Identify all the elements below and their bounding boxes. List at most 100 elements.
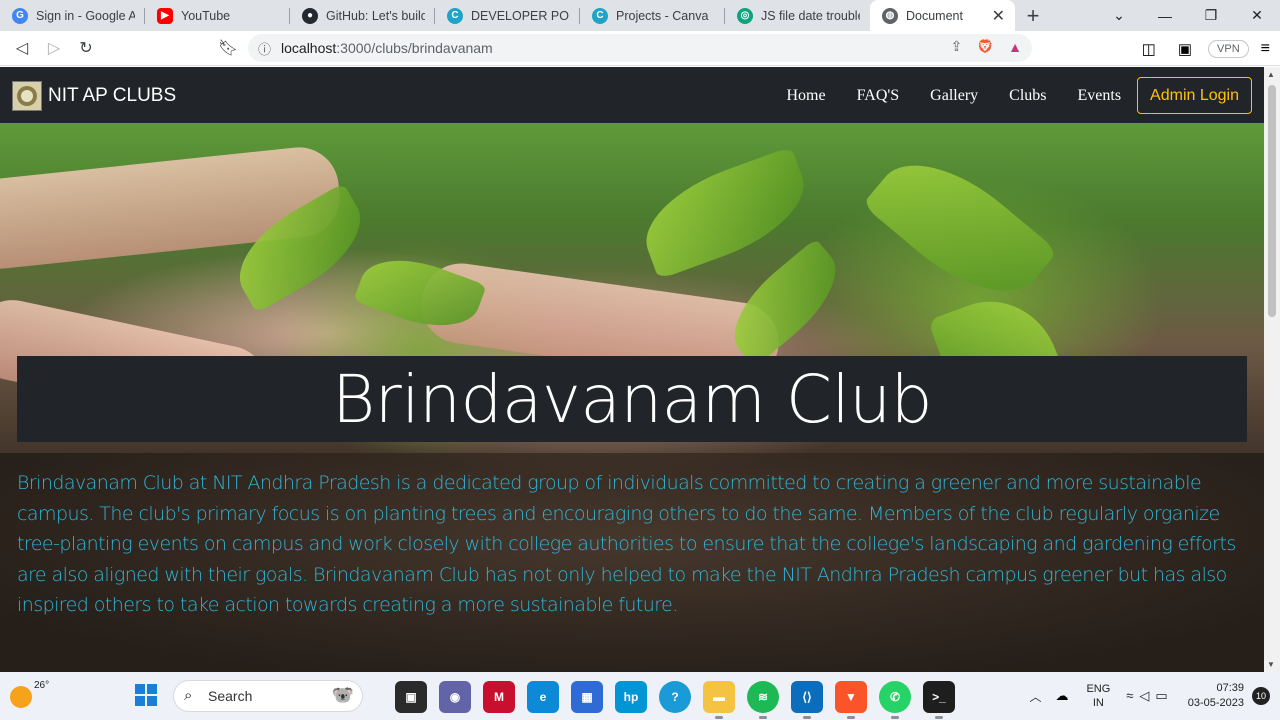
taskbar-clock[interactable]: 07:39 03-05-2023 <box>1188 681 1244 711</box>
tab-document[interactable]: ◍ Document ✕ <box>870 0 1015 31</box>
browser-toolbar: ◁ ▷ ↻ 🔖︎ ⓘ localhost:3000/clubs/brindava… <box>0 31 1280 66</box>
brave-shields-icon[interactable]: 🦁︎ <box>976 38 994 55</box>
file-explorer-icon[interactable]: ▬ <box>703 681 735 719</box>
address-bar[interactable]: ⓘ localhost:3000/clubs/brindavanam ⇪ 🦁︎ … <box>248 34 1032 62</box>
nav-gallery[interactable]: Gallery <box>930 87 978 105</box>
new-tab-button[interactable]: + <box>1015 0 1051 31</box>
page-scrollbar[interactable]: ▲ ▼ <box>1264 67 1280 672</box>
restore-button[interactable]: ❐ <box>1188 7 1234 24</box>
taskbar-search[interactable]: ⌕ Search 🐨 <box>173 680 363 712</box>
close-window-button[interactable]: ✕ <box>1234 7 1280 24</box>
scrollbar-thumb[interactable] <box>1268 85 1276 317</box>
page-viewport: NIT AP CLUBS Home FAQ'S Gallery Clubs Ev… <box>0 67 1264 672</box>
nav-events[interactable]: Events <box>1078 87 1122 105</box>
taskbar-apps: ▣ ◉ M e ▦ hp ? ▬ ≋ ⟨⟩ ▼ ✆ >_ <box>395 681 955 719</box>
admin-login-button[interactable]: Admin Login <box>1137 77 1252 114</box>
url-path: :3000/clubs/brindavanam <box>336 40 493 56</box>
windows-start-icon[interactable] <box>135 684 157 706</box>
search-placeholder: Search <box>208 688 253 704</box>
tab-js-file-date[interactable]: ◎ JS file date troublesh <box>725 0 870 31</box>
minimize-button[interactable]: — <box>1142 8 1188 24</box>
nav-home[interactable]: Home <box>786 87 825 105</box>
club-description: Brindavanam Club at NIT Andhra Pradesh i… <box>17 472 1236 616</box>
notification-count-badge[interactable]: 10 <box>1252 687 1270 705</box>
nav-links: Home FAQ'S Gallery Clubs Events Admin Lo… <box>755 77 1252 114</box>
github-icon: ● <box>302 7 318 24</box>
brave-rewards-icon[interactable]: ▲ <box>1008 39 1022 55</box>
tray-overflow-chevron-icon[interactable]: ︿ <box>1029 688 1041 705</box>
clock-time: 07:39 <box>1216 682 1244 694</box>
brave-browser-icon[interactable]: ▼ <box>835 681 867 719</box>
nav-clubs[interactable]: Clubs <box>1009 87 1046 105</box>
tab-label: DEVELOPER PORTFO <box>471 8 570 23</box>
tab-label: YouTube <box>181 8 231 23</box>
menu-icon[interactable]: ≡ <box>1261 40 1270 58</box>
region-code: IN <box>1092 697 1104 709</box>
weather-sun-icon <box>10 686 32 708</box>
site-info-icon[interactable]: ⓘ <box>258 39 271 58</box>
club-title-band: Brindavanam Club <box>17 356 1247 442</box>
wifi-volume-battery-icons[interactable]: ≈◁▭ <box>1126 688 1173 704</box>
college-logo-icon[interactable] <box>12 81 42 111</box>
tab-projects-canva[interactable]: C Projects - Canva <box>580 0 725 31</box>
browser-right-tools: ◫ ▣ VPN ≡ <box>1142 31 1280 66</box>
windows-taskbar: 26° ⌕ Search 🐨 ▣ ◉ M e ▦ hp ? ▬ ≋ ⟨⟩ ▼ ✆… <box>0 672 1280 720</box>
close-tab-icon[interactable]: ✕ <box>992 6 1005 26</box>
tab-github[interactable]: ● GitHub: Let's build f <box>290 0 435 31</box>
search-icon: ⌕ <box>184 687 193 704</box>
tab-search-chevron-icon[interactable]: ⌄ <box>1096 7 1142 24</box>
reload-button[interactable]: ↻ <box>70 32 102 64</box>
site-brand[interactable]: NIT AP CLUBS <box>48 85 176 107</box>
back-button[interactable]: ◁ <box>6 32 38 64</box>
forward-button[interactable]: ▷ <box>38 32 70 64</box>
tab-google-signin[interactable]: G Sign in - Google Acc <box>0 0 145 31</box>
scroll-up-icon[interactable]: ▲ <box>1267 70 1275 79</box>
task-view-icon[interactable]: ▣ <box>395 681 427 713</box>
spotify-icon[interactable]: ≋ <box>747 681 779 719</box>
tab-developer-portfolio[interactable]: C DEVELOPER PORTFO <box>435 0 580 31</box>
tab-label: GitHub: Let's build f <box>326 8 425 23</box>
search-highlight-icon: 🐨 <box>331 685 354 705</box>
youtube-icon: ▶ <box>157 7 173 24</box>
teams-chat-icon[interactable]: ◉ <box>439 681 471 713</box>
tab-label: Sign in - Google Acc <box>36 8 135 23</box>
share-icon[interactable]: ⇪ <box>951 38 963 55</box>
hp-icon[interactable]: hp <box>615 681 647 713</box>
omnibox-actions: ⇪ 🦁︎ ▲ <box>951 38 1022 55</box>
system-tray: ︿ ☁ ENG IN ≈◁▭ 07:39 03-05-2023 10 <box>1029 672 1280 720</box>
tab-label: Document <box>906 8 963 23</box>
club-title: Brindavanam Club <box>331 360 933 438</box>
globe-icon: ◍ <box>882 7 898 24</box>
weather-temperature: 26° <box>34 680 50 691</box>
tab-label: Projects - Canva <box>616 8 709 23</box>
tab-youtube[interactable]: ▶ YouTube <box>145 0 290 31</box>
sidebar-icon[interactable]: ◫ <box>1142 40 1156 58</box>
canva-icon: C <box>447 7 463 24</box>
canva-icon: C <box>592 7 608 24</box>
terminal-icon[interactable]: >_ <box>923 681 955 719</box>
url-host: localhost <box>281 40 337 56</box>
vscode-icon[interactable]: ⟨⟩ <box>791 681 823 719</box>
microsoft-store-icon[interactable]: ▦ <box>571 681 603 713</box>
clock-date: 03-05-2023 <box>1187 697 1244 709</box>
wallet-icon[interactable]: ▣ <box>1178 40 1192 58</box>
nav-faqs[interactable]: FAQ'S <box>857 87 900 105</box>
whatsapp-icon[interactable]: ✆ <box>879 681 911 719</box>
mcafee-icon[interactable]: M <box>483 681 515 713</box>
language-code: ENG <box>1086 683 1111 695</box>
chatgpt-icon: ◎ <box>737 7 753 24</box>
weather-widget[interactable]: 26° <box>10 680 49 708</box>
cloud-sync-icon[interactable]: ☁ <box>1055 688 1068 704</box>
bookmark-icon[interactable]: 🔖︎ <box>212 32 244 64</box>
vpn-button[interactable]: VPN <box>1208 39 1249 58</box>
site-navbar: NIT AP CLUBS Home FAQ'S Gallery Clubs Ev… <box>0 67 1264 123</box>
get-help-icon[interactable]: ? <box>659 681 691 713</box>
window-controls: ⌄ — ❐ ✕ <box>1096 0 1280 31</box>
google-icon: G <box>12 7 28 24</box>
browser-tab-strip: G Sign in - Google Acc ▶ YouTube ● GitHu… <box>0 0 1280 31</box>
edge-icon[interactable]: e <box>527 681 559 713</box>
tab-label: JS file date troublesh <box>761 8 860 23</box>
leaf-shape <box>862 135 1058 321</box>
scroll-down-icon[interactable]: ▼ <box>1267 660 1275 669</box>
input-language-indicator[interactable]: ENG IN <box>1086 682 1110 710</box>
